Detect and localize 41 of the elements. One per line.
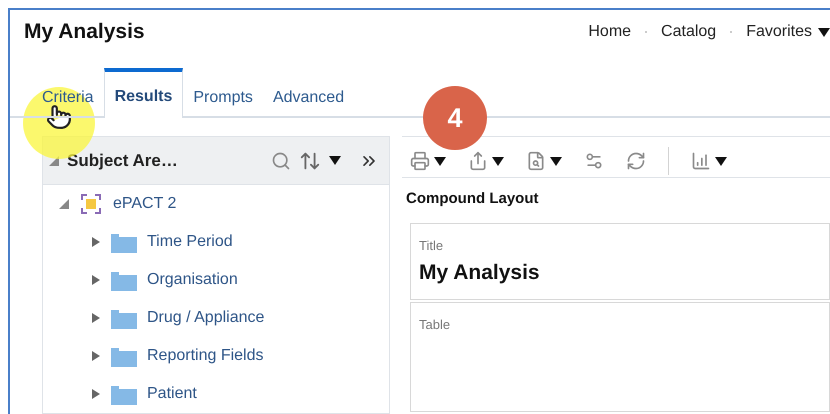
nav-link[interactable]: Home — [588, 23, 632, 41]
tree-item[interactable]: Drug / Appliance — [147, 309, 264, 328]
toolbar-button[interactable] — [410, 151, 446, 171]
expand-icon[interactable] — [91, 389, 101, 400]
folder-icon — [111, 383, 137, 406]
folder-icon — [111, 269, 137, 292]
tree-item[interactable]: Time Period — [147, 233, 233, 252]
title-view[interactable]: Title My Analysis — [410, 223, 830, 300]
folder-icon — [111, 345, 137, 368]
toolbar-button[interactable] — [468, 151, 504, 171]
tree-item[interactable]: Patient — [147, 385, 197, 404]
view-caption: Table — [419, 317, 452, 332]
toolbar-button[interactable] — [526, 151, 562, 171]
expand-icon[interactable] — [91, 275, 101, 286]
hand-cursor-icon — [46, 104, 72, 130]
toolbar-button[interactable] — [691, 151, 727, 171]
view-title: My Analysis — [419, 261, 541, 285]
tab[interactable]: Prompts — [183, 78, 263, 118]
layout-heading: Compound Layout — [406, 190, 540, 207]
collapse-icon[interactable] — [59, 199, 69, 210]
nav-link[interactable]: Catalog — [661, 23, 716, 41]
folder-icon — [111, 307, 137, 330]
subject-area-icon — [79, 192, 103, 216]
tree-item[interactable]: Organisation — [147, 271, 238, 290]
step-badge: 4 — [423, 86, 487, 150]
sort-icon[interactable] — [299, 150, 321, 172]
table-view[interactable]: Table — [410, 302, 830, 412]
expand-icon[interactable] — [91, 237, 101, 248]
view-caption: Title — [419, 238, 444, 253]
tree-item[interactable]: ePACT 2 — [113, 195, 176, 214]
folder-icon — [111, 231, 137, 254]
tab[interactable]: Results — [104, 68, 184, 118]
caret-icon — [329, 156, 341, 166]
tab[interactable]: Advanced — [262, 78, 354, 118]
panel-title: Subject Are… — [67, 150, 179, 171]
search-icon[interactable] — [271, 150, 291, 171]
nav-link[interactable]: Favorites — [746, 23, 830, 41]
tree-item[interactable]: Reporting Fields — [147, 347, 264, 366]
expand-icon[interactable] — [91, 313, 101, 324]
expand-icon[interactable] — [91, 351, 101, 362]
page-title: My Analysis — [24, 20, 145, 44]
